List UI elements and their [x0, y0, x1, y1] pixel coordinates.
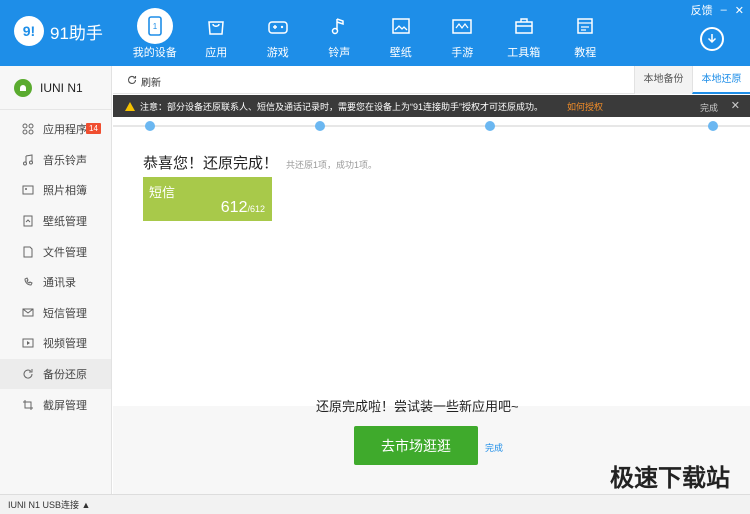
bag-icon [202, 12, 230, 40]
device-name: IUNI N1 [40, 80, 83, 95]
contacts-icon [22, 276, 34, 288]
toolbar: 刷新 本地备份 本地还原 [113, 66, 750, 94]
how-to-authorize-link[interactable]: 如何授权 [567, 100, 603, 113]
music-note-icon [325, 12, 353, 40]
photo-icon [22, 184, 34, 196]
video-icon [22, 337, 34, 349]
notice-bar: 注意：部分设备还原联系人、短信及通话记录时，需要您在设备上为“91连接助手”授权… [113, 95, 750, 117]
refresh-icon [127, 75, 137, 88]
promo-text: 还原完成啦！尝试装一些新应用吧~ [316, 399, 519, 414]
apps-icon [22, 123, 34, 135]
result-title: 恭喜您！还原完成！ [143, 155, 279, 172]
sidebar-item-wallpapers[interactable]: 壁纸管理 [0, 206, 111, 237]
download-icon[interactable] [700, 27, 724, 51]
tab-local-restore[interactable]: 本地还原 [692, 66, 750, 94]
sidebar-item-sms[interactable]: 短信管理 [0, 298, 111, 329]
sidebar-item-files[interactable]: 文件管理 [0, 236, 111, 267]
wallpaper-icon [22, 215, 34, 227]
done-link[interactable]: 完成 [485, 441, 503, 454]
close-icon[interactable]: ✕ [731, 99, 740, 112]
window-controls: 反馈 – ✕ [691, 2, 744, 18]
result-subtitle: 共还原1项，成功1项。 [286, 160, 378, 170]
sms-card-count: 612/612 [220, 199, 265, 216]
watermark-text: 极速下载站 [610, 465, 730, 492]
progress-dot [485, 121, 495, 131]
go-to-market-button[interactable]: 去市场逛逛 [354, 426, 478, 465]
phone-icon: 1 [136, 8, 173, 44]
sms-card-label: 短信 [149, 185, 176, 200]
backup-icon [22, 368, 34, 380]
tabs: 本地备份 本地还原 [634, 66, 750, 94]
handheld-icon [448, 12, 476, 40]
file-icon [22, 246, 34, 258]
progress-line [113, 125, 750, 127]
crop-icon [22, 399, 34, 411]
notice-text: 注意：部分设备还原联系人、短信及通话记录时，需要您在设备上为“91连接助手”授权… [140, 101, 544, 112]
feedback-link[interactable]: 反馈 [691, 2, 713, 18]
nav-toolbox[interactable]: 工具箱 [493, 0, 555, 66]
progress-dot [708, 121, 718, 131]
refresh-button[interactable]: 刷新 [127, 74, 161, 89]
sidebar-item-videos[interactable]: 视频管理 [0, 328, 111, 359]
progress-dot [145, 121, 155, 131]
sms-result-card: 短信 612/612 [143, 177, 272, 221]
nav-mobile-games[interactable]: 手游 [432, 0, 494, 66]
main-nav: 1 我的设备 应用 游戏 铃声 壁纸 手游 工具箱 教程 [124, 0, 616, 66]
sidebar-item-music[interactable]: 音乐铃声 [0, 145, 111, 176]
tab-local-backup[interactable]: 本地备份 [634, 66, 692, 94]
sidebar: IUNI N1 应用程序 14 音乐铃声 照片相簿 壁纸管理 文件管理 通讯录 [0, 66, 112, 496]
android-icon [14, 78, 32, 97]
result-header: 恭喜您！还原完成！ 共还原1项，成功1项。 [143, 152, 377, 173]
gamepad-icon [264, 12, 292, 40]
sidebar-item-apps[interactable]: 应用程序 14 [0, 114, 111, 145]
nav-games[interactable]: 游戏 [247, 0, 309, 66]
music-icon [22, 154, 34, 166]
nav-ringtones[interactable]: 铃声 [309, 0, 371, 66]
nav-wallpapers[interactable]: 壁纸 [370, 0, 432, 66]
progress-dot [315, 121, 325, 131]
update-badge: 14 [86, 123, 101, 134]
toolbox-icon [510, 12, 538, 40]
sidebar-item-contacts[interactable]: 通讯录 [0, 267, 111, 298]
svg-text:1: 1 [153, 22, 158, 31]
sidebar-item-screenshots[interactable]: 截屏管理 [0, 389, 111, 420]
logo-text: 91助手 [50, 23, 103, 43]
nav-apps[interactable]: 应用 [186, 0, 248, 66]
sidebar-item-backup[interactable]: 备份还原 [0, 358, 111, 390]
app-logo: 9! 91助手 [14, 16, 103, 46]
nav-tutorials[interactable]: 教程 [555, 0, 617, 66]
status-bar: IUNI N1 USB连接 ▲ [0, 494, 750, 514]
tutorial-icon [571, 12, 599, 40]
sidebar-item-photos[interactable]: 照片相簿 [0, 175, 111, 206]
device-header[interactable]: IUNI N1 [0, 66, 111, 110]
connection-status[interactable]: IUNI N1 USB连接 ▲ [8, 498, 90, 511]
minimize-button[interactable]: – [721, 4, 727, 16]
logo-icon: 9! [14, 16, 44, 46]
top-bar: 9! 91助手 1 我的设备 应用 游戏 铃声 壁纸 手游 工具箱 教程 反馈 … [0, 0, 750, 66]
close-button[interactable]: ✕ [735, 4, 744, 17]
picture-icon [387, 12, 415, 40]
nav-my-device[interactable]: 1 我的设备 [124, 0, 186, 66]
warning-icon [125, 101, 135, 111]
notice-done-label[interactable]: 完成 [700, 101, 718, 114]
sms-icon [22, 307, 34, 319]
sidebar-list: 应用程序 14 音乐铃声 照片相簿 壁纸管理 文件管理 通讯录 短信管理 视频管… [0, 110, 111, 420]
